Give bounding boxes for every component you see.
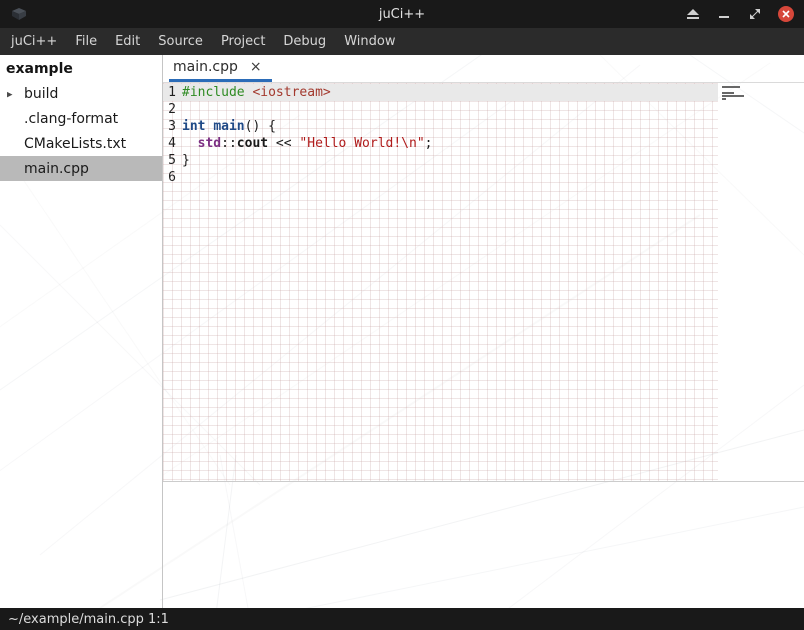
status-path: ~/example/main.cpp 1:1	[8, 612, 169, 627]
line-number: 5	[166, 152, 176, 169]
eject-icon[interactable]	[685, 6, 701, 22]
code-token: () {	[245, 118, 276, 135]
code-token: ;	[425, 135, 433, 152]
app-window: juCi++	[0, 0, 804, 630]
code-line-5[interactable]: 5}	[163, 152, 718, 169]
menu-item-juci[interactable]: juCi++	[2, 34, 66, 49]
window-controls	[685, 6, 794, 22]
line-number: 4	[166, 135, 176, 152]
statusbar: ~/example/main.cpp 1:1	[0, 608, 804, 630]
editor-area: main.cpp × 1 #include <iostream> 23 int mai…	[163, 55, 804, 608]
code-token: main	[213, 118, 244, 135]
menu-item-debug[interactable]: Debug	[274, 34, 335, 49]
code-view[interactable]: 1#include <iostream>23int main() {4 std:…	[163, 83, 718, 481]
window-title: juCi++	[0, 7, 804, 22]
code-token: <iostream>	[252, 84, 330, 101]
code-token	[182, 135, 198, 152]
map-mark	[722, 92, 734, 94]
code-line-3[interactable]: 3 int main() {	[163, 118, 718, 135]
code-token: }	[182, 152, 190, 169]
tree-item-label: .clang-format	[24, 111, 118, 127]
code-token: std	[198, 135, 221, 152]
app-logo-icon	[10, 7, 28, 21]
line-number: 1	[166, 84, 176, 101]
code-line-6[interactable]: 6	[163, 169, 718, 186]
tree-item-label: build	[24, 86, 58, 102]
line-number: 6	[166, 169, 176, 186]
terminal-panel[interactable]	[163, 482, 804, 608]
tab-label: main.cpp	[173, 59, 238, 75]
code-token: int	[182, 118, 205, 135]
menu-item-source[interactable]: Source	[149, 34, 212, 49]
tabbar: main.cpp ×	[163, 55, 804, 83]
code-line-2[interactable]: 2	[163, 101, 718, 118]
code-line-4[interactable]: 4 std::cout << "Hello World!\n";	[163, 135, 718, 152]
tree-item-main-cpp[interactable]: main.cpp	[0, 156, 162, 181]
line-number: 2	[166, 101, 176, 118]
line-number: 3	[166, 118, 176, 135]
menu-item-edit[interactable]: Edit	[106, 34, 149, 49]
code-line-1[interactable]: 1 #include <iostream>	[163, 84, 718, 101]
code-token: #include	[182, 84, 245, 101]
code-token: ::	[221, 135, 237, 152]
minimize-icon[interactable]	[716, 6, 732, 22]
menu-item-project[interactable]: Project	[212, 34, 274, 49]
map-mark	[722, 86, 740, 88]
file-sidebar: example ▸ build .clang-format CMakeLists.tx…	[0, 55, 163, 608]
editor: 1#include <iostream>23int main() {4 std:…	[163, 83, 804, 482]
tree-item-label: CMakeLists.txt	[24, 136, 126, 152]
source-map[interactable]	[718, 83, 804, 481]
project-name: example	[0, 55, 162, 81]
content-area: example ▸ build .clang-format CMakeLists.tx…	[0, 55, 804, 608]
tree-item-cmakelists-txt[interactable]: CMakeLists.txt	[0, 131, 162, 156]
maximize-icon[interactable]	[747, 6, 763, 22]
code-token: <<	[268, 135, 299, 152]
expander-icon[interactable]: ▸	[7, 87, 13, 100]
file-tree: ▸ build .clang-format CMakeLists.txt main.cp…	[0, 81, 162, 181]
menu-item-window[interactable]: Window	[335, 34, 404, 49]
map-mark	[722, 98, 726, 100]
code-token	[205, 118, 213, 135]
tree-item-clang-format[interactable]: .clang-format	[0, 106, 162, 131]
titlebar: juCi++	[0, 0, 804, 28]
tab-close-icon[interactable]: ×	[250, 59, 262, 75]
close-icon[interactable]	[778, 6, 794, 22]
map-mark	[722, 95, 744, 97]
tree-item-build[interactable]: ▸ build	[0, 81, 162, 106]
code-token: cout	[237, 135, 268, 152]
menubar: juCi++FileEditSourceProjectDebugWindow	[0, 28, 804, 55]
menu-item-file[interactable]: File	[66, 34, 106, 49]
tree-item-label: main.cpp	[24, 161, 89, 177]
code-token	[245, 84, 253, 101]
code-token: "Hello World!\n"	[299, 135, 424, 152]
tab-main-cpp[interactable]: main.cpp ×	[169, 55, 272, 82]
